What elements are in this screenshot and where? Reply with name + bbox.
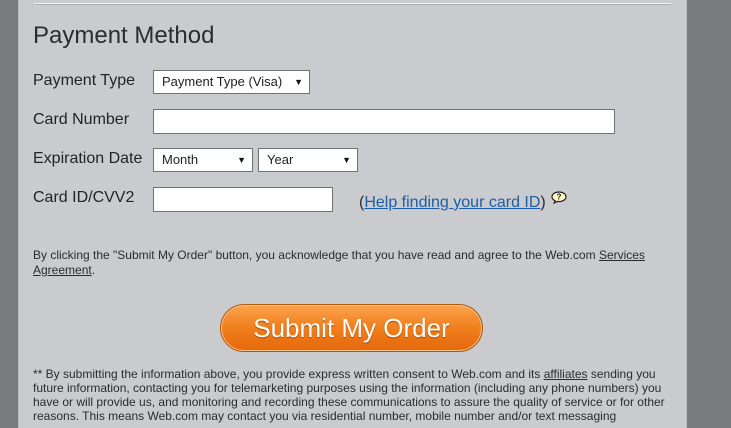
- divider: [34, 3, 671, 5]
- dropdown-arrow-icon: ▼: [294, 77, 303, 87]
- expiration-month-select[interactable]: Month ▼: [153, 148, 253, 172]
- speech-bubble-question-icon[interactable]: ?: [551, 191, 567, 204]
- payment-type-value: Payment Type (Visa): [162, 74, 283, 89]
- payment-type-label: Payment Type: [33, 72, 135, 89]
- dropdown-arrow-icon: ▼: [342, 155, 351, 165]
- svg-text:?: ?: [557, 193, 562, 202]
- cvv-label: Card ID/CVV2: [33, 189, 135, 206]
- month-value: Month: [162, 152, 199, 167]
- cvv-input[interactable]: [153, 187, 333, 212]
- submit-order-button[interactable]: Submit My Order: [220, 304, 483, 352]
- dropdown-arrow-icon: ▼: [237, 155, 246, 165]
- help-card-id: (Help finding your card ID): [359, 194, 546, 211]
- affiliates-link[interactable]: affiliates: [544, 367, 588, 381]
- consent-fine-print: ** By submitting the information above, …: [33, 367, 665, 423]
- card-number-input[interactable]: [153, 109, 615, 134]
- form-panel: [18, 0, 687, 428]
- expiration-year-select[interactable]: Year ▼: [258, 148, 358, 172]
- year-value: Year: [267, 152, 294, 167]
- card-number-label: Card Number: [33, 111, 130, 128]
- section-heading: Payment Method: [33, 22, 215, 49]
- expiration-date-label: Expiration Date: [33, 150, 143, 167]
- help-card-id-link[interactable]: Help finding your card ID: [364, 194, 540, 211]
- payment-type-select[interactable]: Payment Type (Visa) ▼: [153, 70, 310, 94]
- agreement-notice: By clicking the "Submit My Order" button…: [33, 248, 645, 277]
